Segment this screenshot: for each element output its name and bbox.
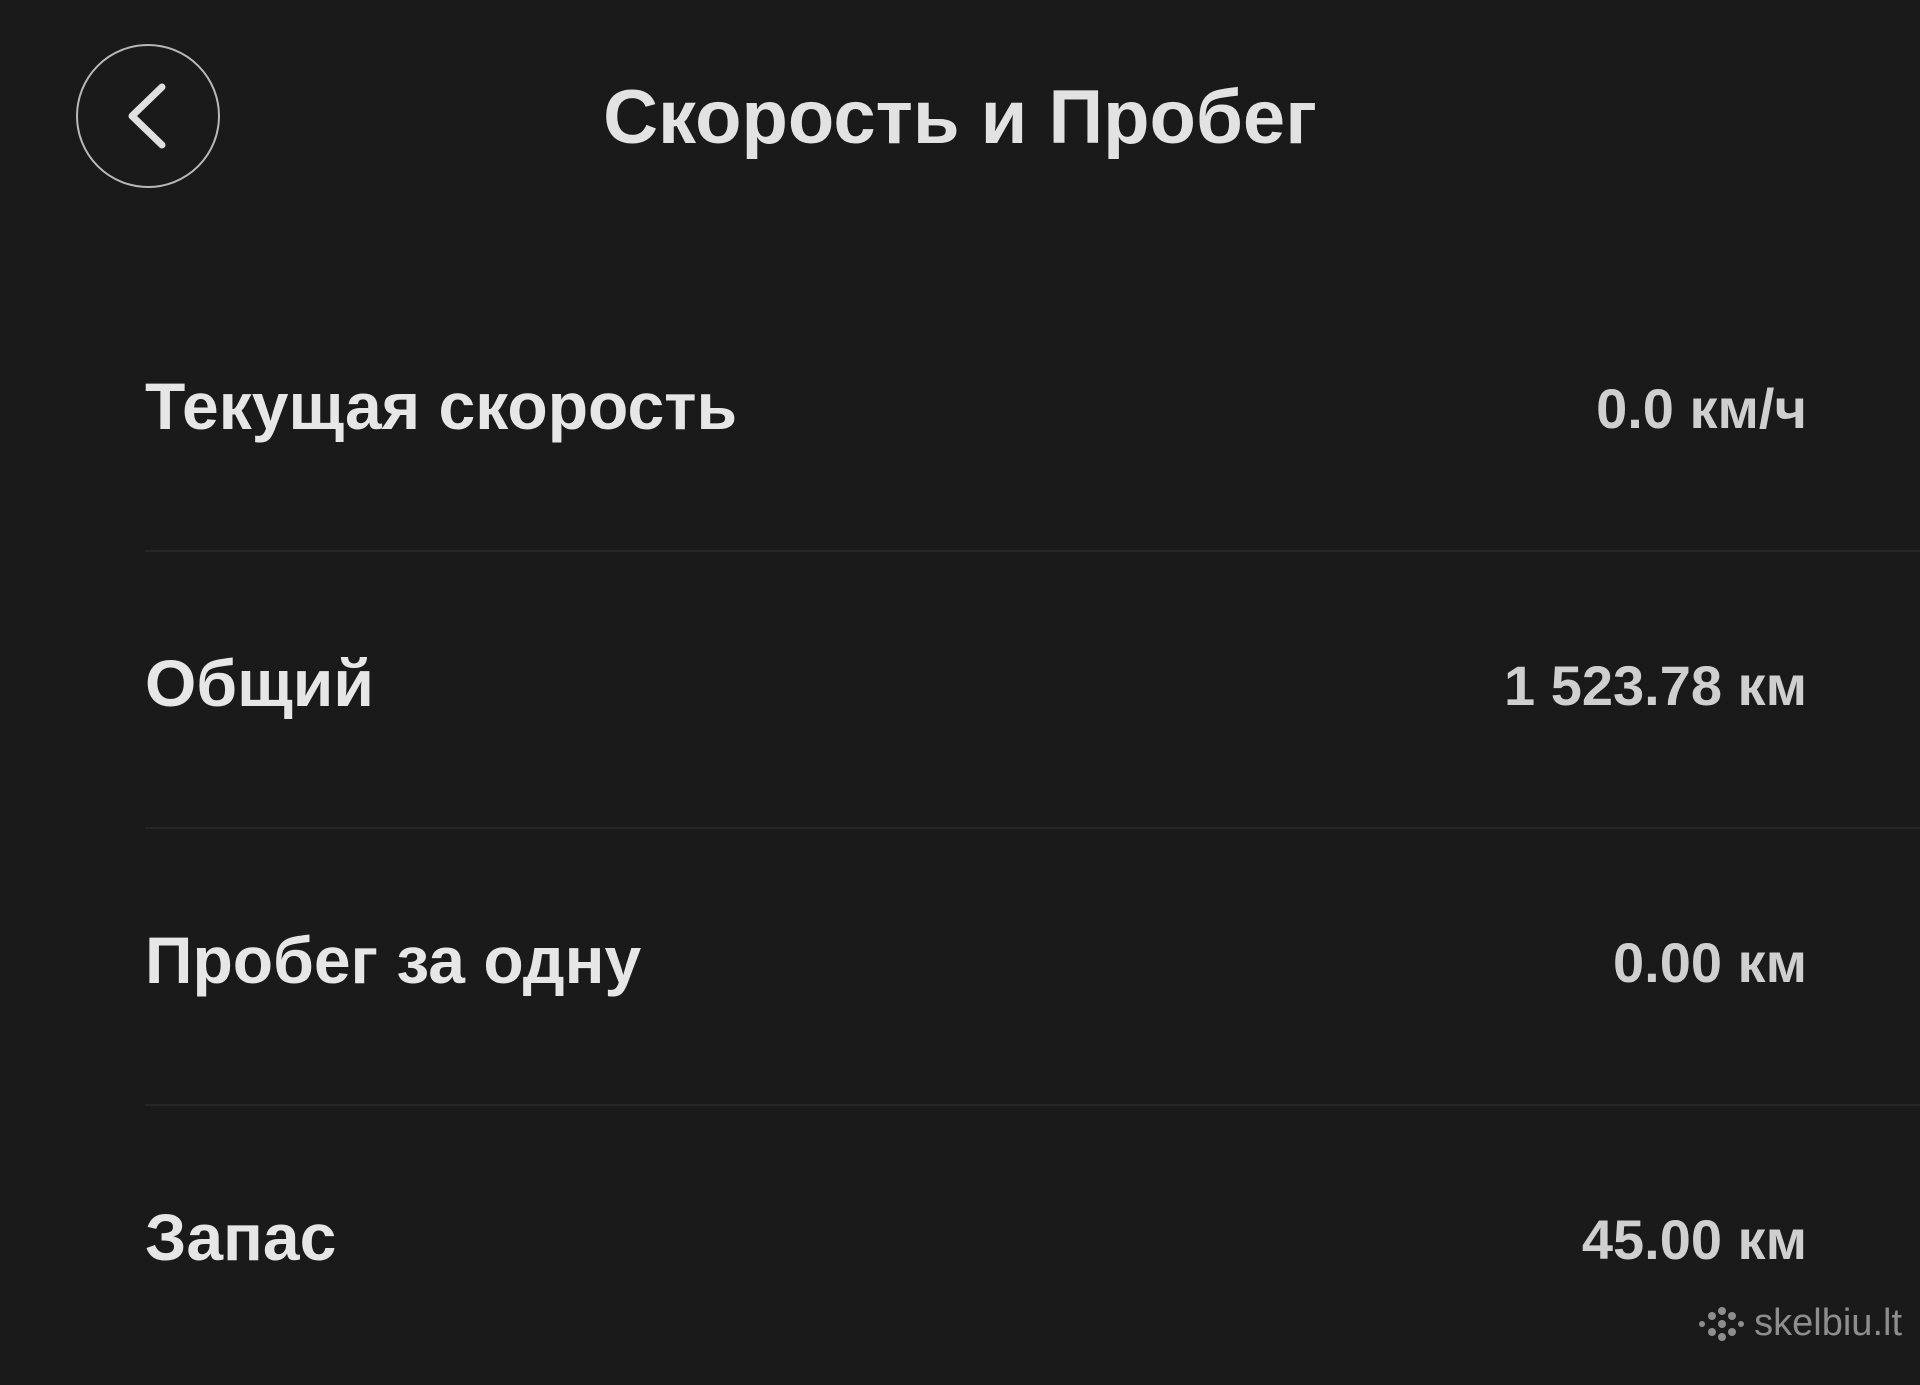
watermark-text: skelbiu.lt — [1754, 1302, 1902, 1344]
dots-logo-icon — [1698, 1306, 1745, 1341]
list-item-current-speed: Текущая скорость 0.0 км/ч — [145, 275, 1920, 552]
row-value: 0.0 км/ч — [1596, 377, 1807, 440]
list-item-range: Запас 45.00 км — [145, 1106, 1920, 1383]
stats-list: Текущая скорость 0.0 км/ч Общий 1 523.78… — [0, 275, 1920, 1383]
row-value: 45.00 км — [1581, 1208, 1807, 1271]
list-item-total: Общий 1 523.78 км — [145, 552, 1920, 829]
page-title: Скорость и Пробег — [603, 75, 1317, 160]
row-label: Текущая скорость — [145, 369, 738, 443]
header: Скорость и Пробег — [0, 0, 1920, 240]
row-value: 1 523.78 км — [1504, 654, 1807, 717]
watermark: skelbiu.lt — [1698, 1302, 1902, 1345]
row-label: Пробег за одну — [145, 923, 642, 997]
row-label: Общий — [145, 646, 374, 720]
row-label: Запас — [145, 1200, 337, 1274]
list-item-trip: Пробег за одну 0.00 км — [145, 829, 1920, 1106]
row-value: 0.00 км — [1612, 931, 1807, 994]
